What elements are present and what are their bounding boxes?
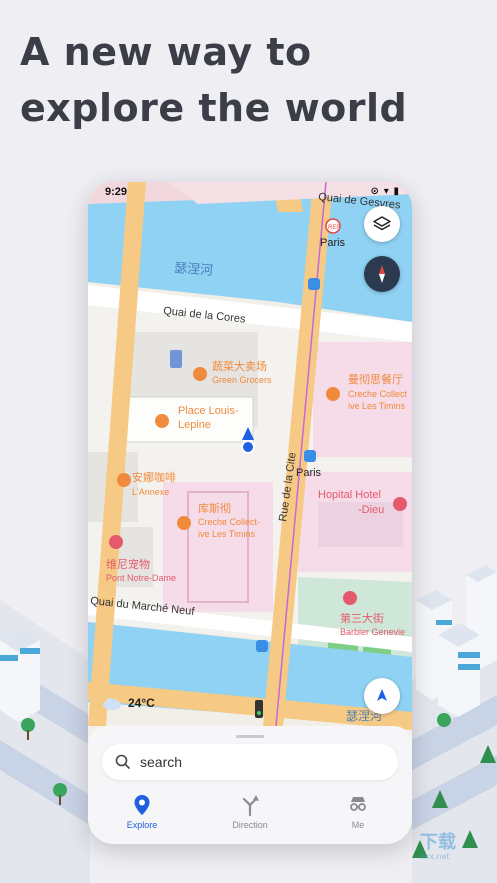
compass-icon [379,265,385,283]
my-location-button[interactable] [364,678,400,714]
tab-direction[interactable]: Direction [210,790,290,844]
watermark-sub: kkx.net [420,852,450,861]
phone-screen: Quai de Gesvres 瑟涅河 Quai de la Cores Qua… [88,182,412,844]
headline: A new way to explore the world [20,24,480,136]
poi-restaurant-en2: ive Les Timins [348,401,406,411]
poi-hospital-1: Hopital Hotel [318,489,381,501]
weather-temp: 24°C [128,696,155,710]
poi-green-grocers-en: Green Grocers [212,375,272,385]
poi-green-grocers-cn: 蔬菜大卖场 [212,359,267,373]
poi-barber-en: Barbier Genevie [340,627,405,637]
poi-pet-en: Pont Notre-Dame [106,573,176,583]
poi-cafe-cn: 安娜咖啡 [132,470,176,484]
poi-creche-en2: ive Les Timins [198,529,256,539]
tab-explore-label: Explore [126,820,158,830]
poi-place-louis-1: Place Louis- [178,405,239,417]
tab-explore[interactable]: Explore [102,790,182,844]
poi-pet-cn: 维尼宠物 [106,557,150,571]
status-time: 9:29 [105,186,128,198]
headline-line-2: explore the world [20,86,408,130]
map-label-rer: RER [328,225,341,231]
poi-cafe-en: L'Annexe [132,487,169,497]
sheet-drag-handle[interactable] [236,735,264,738]
status-bar: 9:29 ⊙ ▾ ▮ [88,182,412,202]
tab-me-label: Me [351,820,365,830]
poi-creche-en: Creche Collect- [198,517,260,527]
map-label-paris-mid: Paris [296,467,322,479]
map-label-river: 瑟涅河 [174,261,214,279]
weather-widget[interactable]: 24°C [102,692,155,714]
search-placeholder: search [140,754,183,770]
poi-creche-cn: 库斯彻 [198,502,231,515]
bottom-sheet: search Explore Direction Me [88,726,412,844]
watermark: 下载 kkx.net [420,828,456,861]
bottom-tab-bar: Explore Direction Me [88,790,412,844]
tab-me[interactable]: Me [318,790,398,844]
layers-button[interactable] [364,206,400,242]
poi-place-louis-2: Lepine [178,419,211,431]
poi-hospital-2: -Dieu [358,504,384,516]
poi-restaurant-cn: 曼彻思餐厅 [348,372,403,386]
navigation-arrow-icon [377,689,387,701]
map-label-paris-top: Paris [320,237,346,249]
compass-button[interactable] [364,256,400,292]
headline-line-1: A new way to [20,30,312,74]
watermark-text: 下载 [420,832,456,853]
status-icons: ⊙ ▾ ▮ [370,186,400,197]
location-pin-icon [134,795,150,815]
direction-icon [242,795,259,816]
poi-restaurant-en: Creche Collect [348,389,408,399]
tab-direction-label: Direction [232,820,268,830]
profile-icon [350,797,366,811]
layers-icon [373,216,391,231]
search-input[interactable]: search [102,744,398,780]
search-icon [115,754,130,769]
cloud-icon [103,698,121,710]
poi-barber-cn: 第三大街 [340,611,384,625]
